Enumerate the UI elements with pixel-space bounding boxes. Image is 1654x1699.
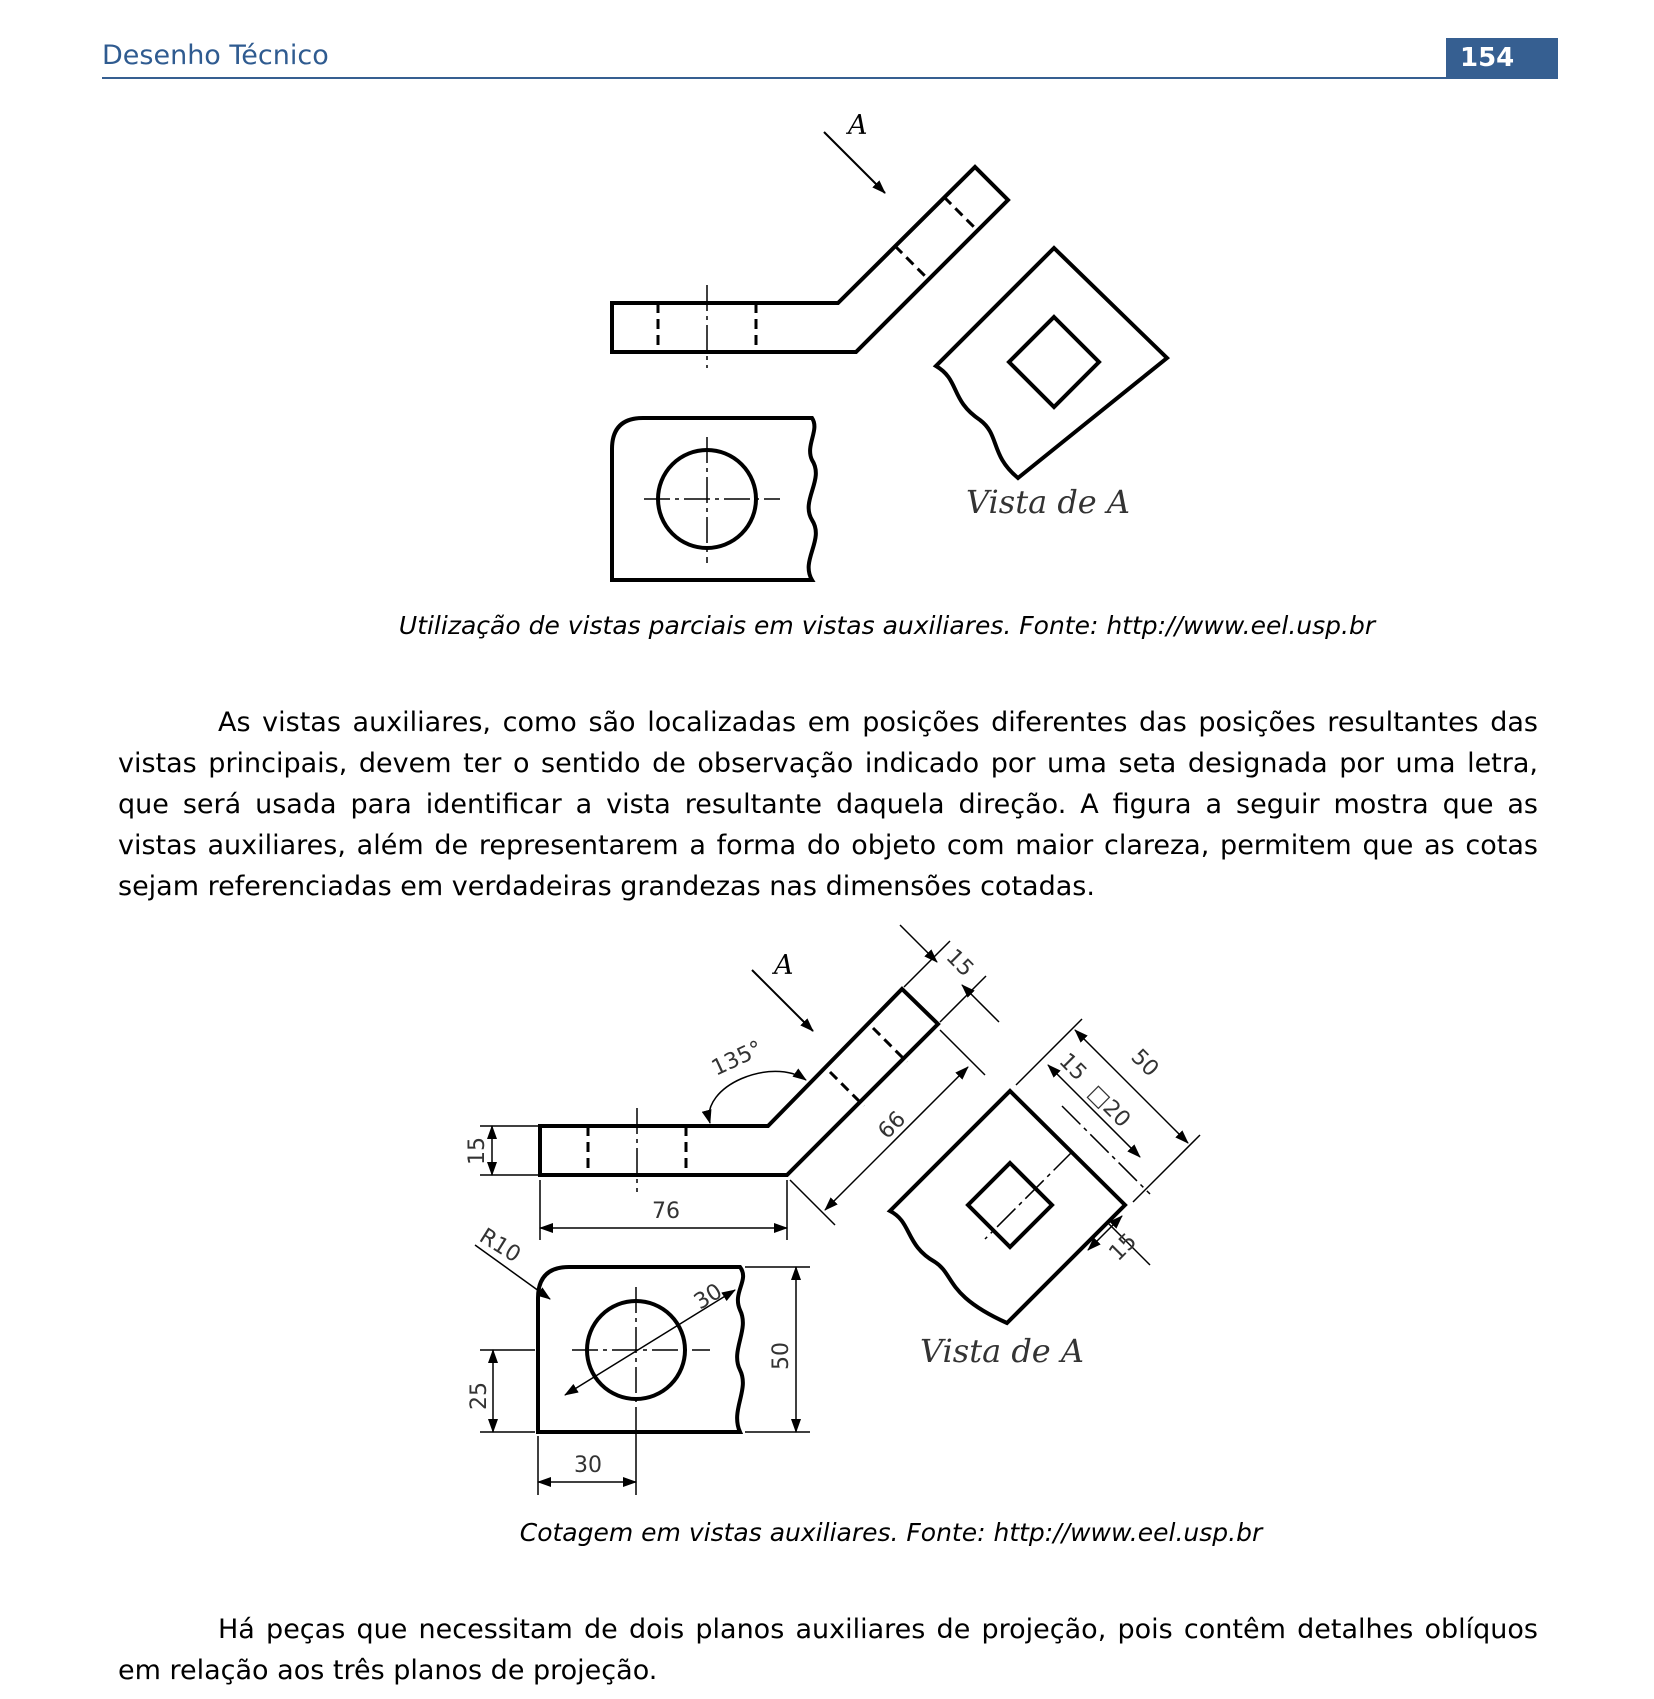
- square-hole-2: [965, 1160, 1055, 1250]
- dim-length-horizontal: 76: [652, 1199, 680, 1224]
- figure-2-letter: A: [771, 950, 794, 981]
- dim-height: 50: [769, 1342, 794, 1370]
- dim-hole-center-x: 30: [574, 1453, 602, 1478]
- front-view-outline-2: [538, 986, 941, 1177]
- dim-angle: 135°: [708, 1036, 767, 1081]
- dim-hole-diameter: 30: [690, 1279, 727, 1315]
- figure-2-view-label: Vista de A: [920, 1332, 1084, 1370]
- dim-length-inclined: 66: [874, 1107, 911, 1144]
- front-view-outline: [610, 164, 1011, 354]
- square-hole: [1006, 314, 1102, 410]
- paragraph-2: Há peças que necessitam de dois planos a…: [118, 1614, 1538, 1686]
- figure-1-drawing: A Vista de A: [610, 110, 1171, 582]
- dim-thickness-left: 15: [465, 1137, 490, 1165]
- figure-1-caption: Utilização de vistas parciais em vistas …: [398, 611, 1376, 640]
- dim-aux-edge: 15: [1105, 1229, 1142, 1266]
- figure-2-drawing: A Vista de A 15 76 135° 66 15 R10 30 50 …: [465, 924, 1201, 1495]
- figure-1-view-label: Vista de A: [966, 483, 1130, 521]
- figure-1-letter: A: [845, 110, 868, 141]
- dim-aux-width: 50: [1126, 1045, 1163, 1082]
- dim-thickness-top: 15: [941, 945, 978, 982]
- top-view-outline: [610, 416, 818, 582]
- dim-aux-offset: 15: [1054, 1049, 1091, 1086]
- view-arrow: [823, 131, 886, 194]
- figure-2-caption: Cotagem em vistas auxiliares. Fonte: htt…: [519, 1518, 1263, 1547]
- auxiliary-view-outline: [932, 245, 1171, 481]
- paragraph-1: As vistas auxiliares, como são localizad…: [118, 707, 1538, 902]
- dim-radius: R10: [475, 1224, 525, 1268]
- dim-hole-center-y: 25: [467, 1382, 492, 1410]
- auxiliary-view-outline-2: [886, 1088, 1128, 1326]
